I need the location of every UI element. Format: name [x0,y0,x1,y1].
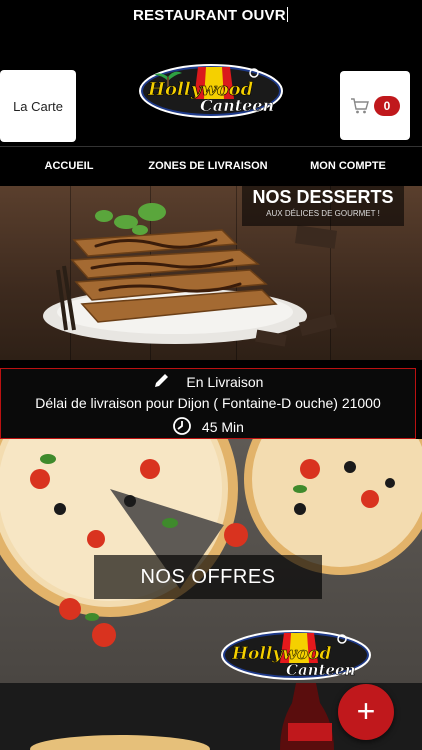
delivery-time-row: 45 Min [1,416,415,436]
desserts-title-box: NOS DESSERTS AUX DÉLICES DE GOURMET ! [242,186,404,226]
nav-accueil[interactable]: ACCUEIL [30,147,108,187]
hollywood-canteen-logo[interactable]: Hollywood Canteen [138,59,284,119]
la-carte-label: La Carte [13,98,63,114]
status-bar: RESTAURANT OUVR [0,0,422,32]
offres-title: NOS OFFRES [94,555,322,599]
nav-zones-de-livraison[interactable]: ZONES DE LIVRAISON [141,147,275,189]
logo2-text-bottom: Canteen [286,661,356,679]
hollywood-canteen-logo-small: Hollywood Canteen [221,630,371,680]
delivery-mode: En Livraison [186,374,264,390]
la-carte-button[interactable]: La Carte [0,70,76,142]
offres-banner[interactable]: NOS OFFRES Hollywood Canteen [0,439,422,683]
status-text: RESTAURANT OUVR [133,7,288,24]
cart-button[interactable]: 0 [340,71,410,140]
nav-mon-compte[interactable]: MON COMPTE [302,147,394,187]
logo-text-bottom: Canteen [200,96,274,115]
desserts-subtitle: AUX DÉLICES DE GOURMET ! [266,209,380,218]
add-button[interactable]: + [338,684,394,740]
delivery-info: En Livraison Délai de livraison pour Dij… [0,368,416,439]
delivery-time: 45 Min [201,419,244,435]
main-nav: ACCUEIL ZONES DE LIVRAISON MON COMPTE [0,146,422,189]
pencil-icon [154,374,168,387]
clock-icon [173,417,191,435]
delivery-mode-row: En Livraison [1,373,415,390]
cart-count-badge: 0 [374,95,400,116]
desserts-title: NOS DESSERTS [252,187,394,207]
delivery-description: Délai de livraison pour Dijon ( Fontaine… [35,395,381,411]
header: La Carte Hollywood Canteen 0 [0,32,422,146]
desserts-banner[interactable]: NOS DESSERTS AUX DÉLICES DE GOURMET ! [0,186,422,360]
cart-icon [351,97,369,113]
